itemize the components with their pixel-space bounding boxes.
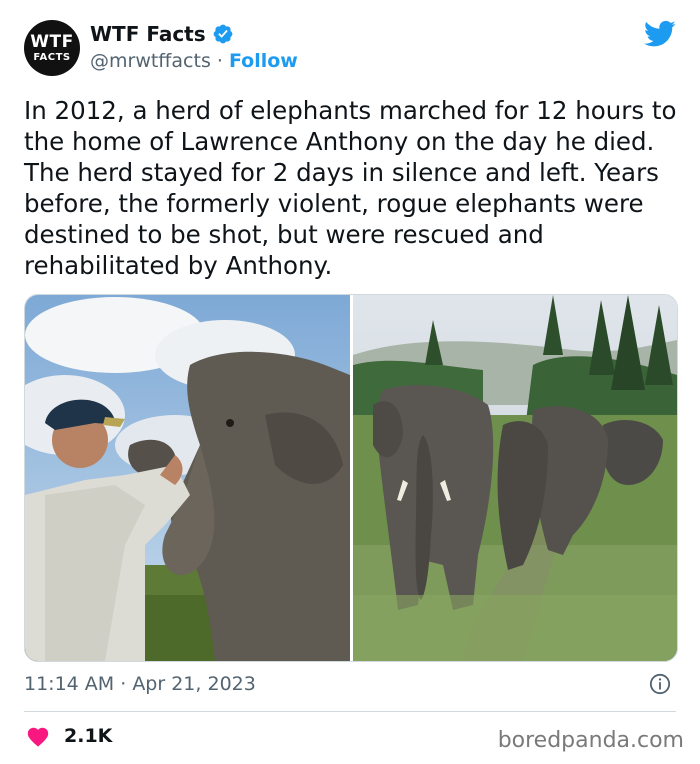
- info-icon[interactable]: [649, 673, 671, 695]
- tweet-header: WTF FACTS WTF Facts @mrwtffacts · Follow: [24, 18, 684, 78]
- tweet-date: Apr 21, 2023: [132, 673, 256, 695]
- watermark: boredpanda.com: [497, 728, 684, 753]
- divider: [24, 711, 676, 712]
- timestamp-separator: ·: [114, 673, 133, 695]
- photo-man-with-elephant[interactable]: [25, 295, 350, 661]
- heart-icon: [27, 727, 49, 747]
- handle-row: @mrwtffacts · Follow: [90, 50, 298, 72]
- separator-dot: ·: [210, 50, 229, 72]
- avatar-text-bottom: FACTS: [33, 51, 71, 63]
- tweet-text: In 2012, a herd of elephants marched for…: [24, 96, 677, 280]
- name-row: WTF Facts: [90, 22, 234, 46]
- like-count: 2.1K: [64, 725, 113, 747]
- verified-badge-icon: [213, 24, 233, 44]
- photo-elephant-herd[interactable]: [353, 295, 677, 661]
- avatar[interactable]: WTF FACTS: [24, 20, 80, 76]
- like-button[interactable]: 2.1K: [26, 725, 112, 747]
- account-handle[interactable]: @mrwtffacts: [90, 50, 211, 72]
- avatar-text-top: WTF: [30, 31, 74, 52]
- account-name[interactable]: WTF Facts: [90, 22, 206, 46]
- follow-link[interactable]: Follow: [229, 50, 298, 72]
- media-grid[interactable]: [24, 294, 678, 662]
- twitter-bird-icon[interactable]: [644, 20, 676, 48]
- tweet-time: 11:14 AM: [24, 673, 115, 695]
- tweet-timestamp[interactable]: 11:14 AM · Apr 21, 2023: [24, 673, 256, 695]
